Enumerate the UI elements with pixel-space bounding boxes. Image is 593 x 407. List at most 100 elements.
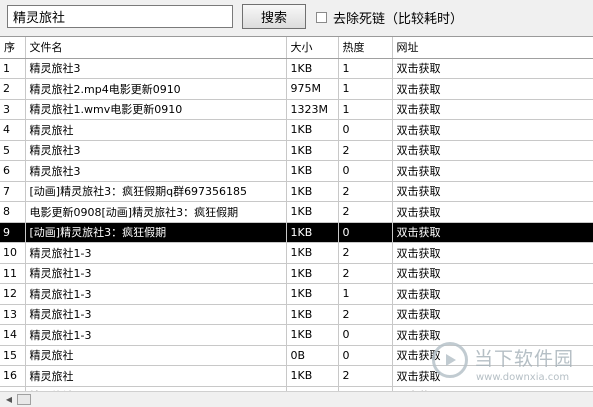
row-index[interactable]: 16 [0, 365, 26, 387]
row-index[interactable]: 14 [0, 324, 26, 346]
table-row[interactable]: 11 精灵旅社1-3 1KB 2 双击获取 [0, 263, 593, 284]
url-link[interactable]: 双击获取 [392, 78, 593, 100]
results-table[interactable]: 序 文件名 大小 热度 网址 1 精灵旅社3 1KB 1 双击获取 2 精灵旅社2.mp4电… [0, 36, 593, 392]
heat[interactable]: 1 [338, 283, 393, 305]
url-link[interactable]: 双击获取 [392, 283, 593, 305]
heat[interactable]: 0 [338, 324, 393, 346]
file-size[interactable]: 1KB [286, 242, 339, 264]
heat[interactable]: 0 [338, 119, 393, 141]
file-name[interactable]: 精灵旅社 [25, 365, 287, 387]
horizontal-scrollbar[interactable]: ◀ [0, 391, 593, 407]
heat[interactable]: 0 [338, 160, 393, 182]
url-link[interactable]: 双击获取 [392, 365, 593, 387]
file-size[interactable]: 1KB [286, 119, 339, 141]
row-index[interactable]: 13 [0, 304, 26, 325]
file-size[interactable]: 1KB [286, 263, 339, 284]
table-row[interactable]: 8 电影更新0908[动画]精灵旅社3：疯狂假期 1KB 2 双击获取 [0, 201, 593, 223]
file-name[interactable]: 精灵旅社 [25, 119, 287, 141]
row-index[interactable]: 8 [0, 201, 26, 223]
file-name[interactable]: [动画]精灵旅社3：疯狂假期 [25, 222, 287, 243]
row-index[interactable]: 4 [0, 119, 26, 141]
file-size[interactable]: 1KB [286, 160, 339, 182]
file-name[interactable]: 精灵旅社1-3 [25, 283, 287, 305]
file-name[interactable]: 精灵旅社2.mp4电影更新0910 [25, 78, 287, 100]
heat[interactable]: 1 [338, 58, 393, 79]
row-index[interactable]: 15 [0, 345, 26, 366]
file-name[interactable]: 精灵旅社3 [25, 140, 287, 161]
url-link[interactable]: 双击获取 [392, 222, 593, 243]
file-name[interactable]: 电影更新0908[动画]精灵旅社3：疯狂假期 [25, 201, 287, 223]
url-link[interactable]: 双击获取 [392, 263, 593, 284]
table-row[interactable]: 3 精灵旅社1.wmv电影更新0910 1323M 1 双击获取 [0, 99, 593, 120]
file-size[interactable]: 1KB [286, 181, 339, 202]
row-index[interactable]: 12 [0, 283, 26, 305]
row-index[interactable]: 3 [0, 99, 26, 120]
table-row[interactable]: 2 精灵旅社2.mp4电影更新0910 975M 1 双击获取 [0, 78, 593, 100]
table-row[interactable]: 4 精灵旅社 1KB 0 双击获取 [0, 119, 593, 141]
file-size[interactable]: 1KB [286, 140, 339, 161]
row-index[interactable]: 2 [0, 78, 26, 100]
column-header-filename[interactable]: 文件名 [25, 37, 287, 59]
heat[interactable]: 2 [338, 140, 393, 161]
url-link[interactable]: 双击获取 [392, 345, 593, 366]
row-index[interactable]: 5 [0, 140, 26, 161]
table-row[interactable]: 7 [动画]精灵旅社3：疯狂假期q群697356185 1KB 2 双击获取 [0, 181, 593, 202]
url-link[interactable]: 双击获取 [392, 242, 593, 264]
search-input[interactable] [7, 5, 233, 28]
heat[interactable]: 1 [338, 78, 393, 100]
file-size[interactable]: 1KB [286, 283, 339, 305]
heat[interactable]: 2 [338, 201, 393, 223]
table-row[interactable]: 13 精灵旅社1-3 1KB 2 双击获取 [0, 304, 593, 325]
heat[interactable]: 2 [338, 263, 393, 284]
table-row[interactable]: 10 精灵旅社1-3 1KB 2 双击获取 [0, 242, 593, 264]
remove-dead-links-option[interactable]: 去除死链（比较耗时） [316, 8, 463, 27]
url-link[interactable]: 双击获取 [392, 99, 593, 120]
url-link[interactable]: 双击获取 [392, 58, 593, 79]
remove-dead-links-checkbox[interactable] [316, 11, 327, 23]
row-index[interactable]: 6 [0, 160, 26, 182]
row-index[interactable]: 10 [0, 242, 26, 264]
column-header-index[interactable]: 序 [0, 37, 26, 59]
heat[interactable]: 2 [338, 242, 393, 264]
row-index[interactable]: 1 [0, 58, 26, 79]
file-size[interactable]: 0B [286, 345, 339, 366]
column-header-url[interactable]: 网址 [392, 37, 593, 59]
table-row[interactable]: 1 精灵旅社3 1KB 1 双击获取 [0, 58, 593, 79]
file-size[interactable]: 1KB [286, 58, 339, 79]
row-index[interactable]: 7 [0, 181, 26, 202]
file-name[interactable]: 精灵旅社3 [25, 160, 287, 182]
column-header-size[interactable]: 大小 [286, 37, 339, 59]
url-link[interactable]: 双击获取 [392, 304, 593, 325]
file-name[interactable]: 精灵旅社1-3 [25, 263, 287, 284]
url-link[interactable]: 双击获取 [392, 201, 593, 223]
file-name[interactable]: 精灵旅社1-3 [25, 242, 287, 264]
search-button[interactable]: 搜索 [242, 4, 306, 29]
heat[interactable]: 2 [338, 365, 393, 387]
table-row[interactable]: 12 精灵旅社1-3 1KB 1 双击获取 [0, 283, 593, 305]
file-name[interactable]: 精灵旅社 [25, 345, 287, 366]
scrollbar-thumb[interactable] [17, 394, 31, 405]
file-size[interactable]: 1KB [286, 304, 339, 325]
table-row[interactable]: 6 精灵旅社3 1KB 0 双击获取 [0, 160, 593, 182]
heat[interactable]: 0 [338, 222, 393, 243]
column-header-heat[interactable]: 热度 [338, 37, 393, 59]
url-link[interactable]: 双击获取 [392, 140, 593, 161]
scroll-left-icon[interactable]: ◀ [2, 394, 16, 405]
file-size[interactable]: 975M [286, 78, 339, 100]
file-size[interactable]: 1KB [286, 365, 339, 387]
url-link[interactable]: 双击获取 [392, 181, 593, 202]
file-size[interactable]: 1323M [286, 99, 339, 120]
url-link[interactable]: 双击获取 [392, 324, 593, 346]
url-link[interactable]: 双击获取 [392, 160, 593, 182]
file-name[interactable]: 精灵旅社1-3 [25, 324, 287, 346]
table-row[interactable]: 14 精灵旅社1-3 1KB 0 双击获取 [0, 324, 593, 346]
row-index[interactable]: 9 [0, 222, 26, 243]
file-size[interactable]: 1KB [286, 201, 339, 223]
file-size[interactable]: 1KB [286, 222, 339, 243]
row-index[interactable]: 11 [0, 263, 26, 284]
heat[interactable]: 0 [338, 345, 393, 366]
url-link[interactable]: 双击获取 [392, 119, 593, 141]
table-row[interactable]: 9 [动画]精灵旅社3：疯狂假期 1KB 0 双击获取 [0, 222, 593, 243]
file-name[interactable]: 精灵旅社3 [25, 58, 287, 79]
file-size[interactable]: 1KB [286, 324, 339, 346]
